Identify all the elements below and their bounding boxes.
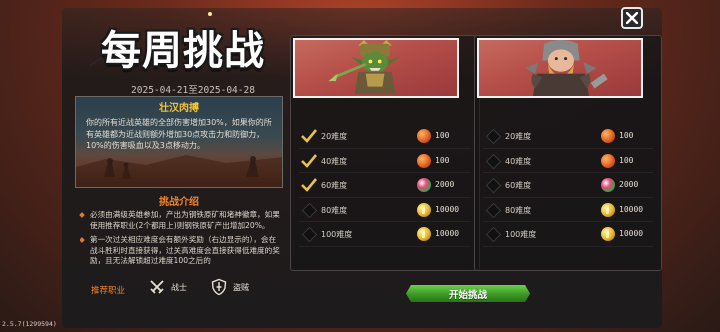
crossed-swords-icon [148,278,166,296]
orange-gem-icon [417,129,431,143]
tier-reward: 10000 [619,204,644,214]
intro-list: 必须由满级英雄参加，产出为钢铁原矿和堵神徽章，如果使用推荐职业(2个都用上)则钢… [80,210,280,271]
page-title: 每周挑战 [101,28,265,74]
recommended-class-name: 盗贼 [233,282,249,292]
tier-reward: 100 [619,155,634,165]
close-icon [626,12,638,24]
dagger-shield-icon [210,278,228,296]
gold-coin-icon [417,227,431,241]
tier-row-60: 60难度 2000 [291,175,479,200]
tier-reward: 10000 [619,229,644,238]
tier-level: 40难度 [505,156,532,166]
recommended-class-label: 推荐职业 [91,286,126,296]
tier-row-100: 100难度 10000 [291,224,479,249]
locked-diamond-icon [485,226,502,243]
buff-description: 你的所有近战英雄的全部伤害增加30%，如果你的所有英雄都为近战则额外增加30点攻… [86,118,272,150]
buff-card: 壮汉肉搏 你的所有近战英雄的全部伤害增加30%，如果你的所有英雄都为近战则额外增… [75,96,283,188]
tier-level: 40难度 [321,156,348,166]
locked-diamond-icon [301,202,318,218]
gold-coin-icon [601,202,615,217]
tier-row-20: 20难度 100 [291,126,479,151]
tier-level: 20难度 [505,132,532,141]
locked-diamond-icon [485,202,502,218]
tier-reward: 10000 [435,204,460,214]
tier-level: 20难度 [321,132,348,141]
tier-row-100: 100难度 10000 [475,224,661,249]
buff-name: 壮汉肉搏 [159,103,199,114]
intro-item: 第一次过关相应难度会有额外奖励（右边显示的），会在战斗胜利时直接获得，过关高难度… [80,235,280,267]
tier-reward: 100 [435,155,450,165]
recommended-class-name: 战士 [171,282,187,292]
buff-card-shading [76,153,282,187]
intro-title: 挑战介绍 [159,197,199,208]
challenge-column-goblin: 20难度 100 40难度 100 60难度 2000 80难度 10000 1… [290,35,480,271]
tier-list: 20难度 100 40难度 100 60难度 2000 80难度 10000 1… [291,126,479,249]
date-range: 2025-04-21至2025-04-28 [131,85,255,96]
rainbow-gem-icon [417,178,431,192]
tier-row-80: 80难度 10000 [475,200,661,225]
tier-reward: 10000 [435,229,460,238]
locked-diamond-icon [301,226,318,243]
locked-diamond-icon [485,153,502,169]
tier-level: 60难度 [505,181,532,190]
intro-item: 必须由满级英雄参加，产出为钢铁原矿和堵神徽章，如果使用推荐职业(2个都用上)则钢… [80,210,280,231]
challenge-column-viking: 20难度 100 40难度 100 60难度 2000 80难度 10000 1… [474,35,662,271]
tier-reward: 100 [619,131,634,140]
version-label: 2.5.7(1299594) [2,320,57,328]
tier-row-20: 20难度 100 [475,126,661,151]
gold-coin-icon [417,202,431,217]
tier-level: 60难度 [321,181,348,190]
tier-reward: 2000 [619,180,639,189]
locked-diamond-icon [485,177,502,194]
tier-level: 80难度 [505,205,532,215]
gold-coin-icon [601,227,615,241]
goblin-portrait[interactable] [293,38,459,98]
close-button[interactable] [621,7,643,29]
tier-level: 100难度 [505,230,537,239]
tier-row-40: 40难度 100 [475,151,661,176]
recommended-class-warrior: 战士 [148,278,187,296]
tier-row-80: 80难度 10000 [291,200,479,225]
locked-diamond-icon [485,128,502,145]
recommended-class-rogue: 盗贼 [210,278,249,296]
orange-gem-icon [417,153,431,168]
tier-reward: 100 [435,131,450,140]
viking-warrior-image [525,40,608,96]
tier-level: 100难度 [321,230,353,239]
tier-reward: 2000 [435,180,455,189]
orange-gem-icon [601,129,615,143]
checkmark-icon [301,153,317,168]
rainbow-gem-icon [601,178,615,192]
start-challenge-button[interactable]: 开始挑战 [406,285,530,302]
orange-gem-icon [601,153,615,168]
tier-level: 80难度 [321,205,348,215]
tier-row-60: 60难度 2000 [475,175,661,200]
viking-portrait[interactable] [477,38,643,98]
tier-row-40: 40难度 100 [291,151,479,176]
checkmark-icon [301,178,317,192]
goblin-warrior-image [328,40,400,95]
checkmark-icon [301,129,317,143]
tier-list: 20难度 100 40难度 100 60难度 2000 80难度 10000 1… [475,126,661,249]
